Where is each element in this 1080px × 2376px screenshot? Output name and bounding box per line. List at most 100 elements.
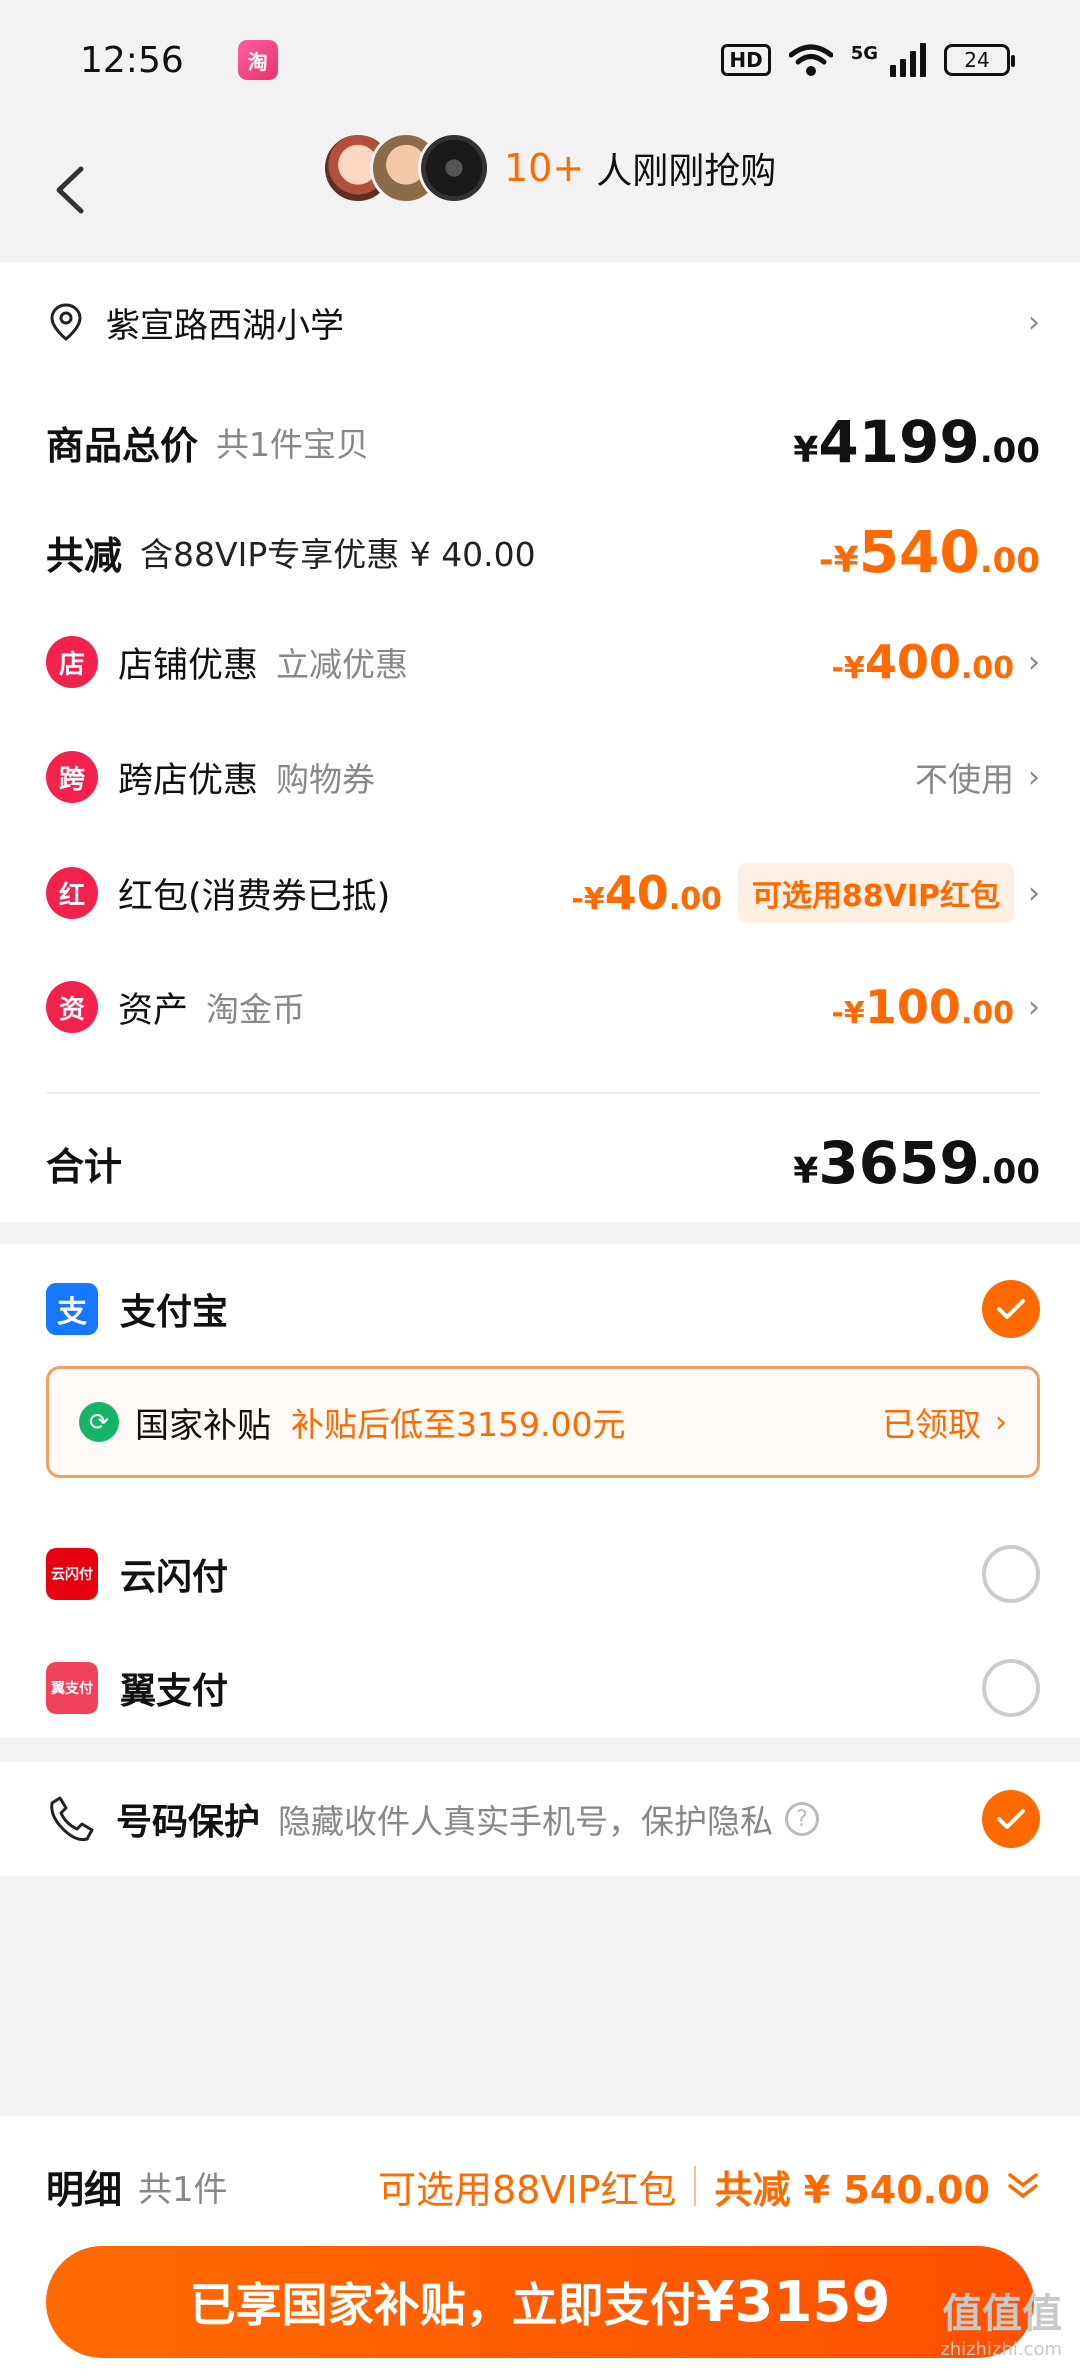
taobao-app-icon: 淘 [237, 40, 278, 80]
price-decimal: .00 [960, 651, 1014, 686]
yizhifu-icon: 翼支付 [46, 1662, 98, 1714]
chevron-right-icon: › [1028, 989, 1040, 1025]
detail-reduce: 共减 ¥ 540.00 [714, 2167, 990, 2212]
payment-method-card: 支 支付宝 ⟳ 国家补贴 补贴后低至3159.00元 已领取 › 云闪付 云闪付… [0, 1244, 1080, 1738]
chevron-right-icon: › [1028, 875, 1040, 911]
help-icon[interactable]: ? [785, 1802, 820, 1836]
price-integer: 3659 [818, 1129, 980, 1197]
total-reduce-price: -¥ 540 .00 [819, 518, 1040, 586]
cross-shop-icon: 跨 [46, 751, 98, 803]
phone-icon [50, 1796, 94, 1841]
chevron-right-icon: › [1028, 304, 1040, 340]
checkbox-checked-icon[interactable] [982, 1790, 1040, 1848]
back-button[interactable] [40, 150, 100, 230]
detail-row[interactable]: 明细 共1件 可选用88VIP红包 共减 ¥ 540.00 [46, 2146, 1040, 2226]
total-reduce-label: 共减 [46, 533, 123, 578]
watermark-text: 值值值 [942, 2291, 1062, 2337]
cross-shop-value: 不使用 [915, 760, 1014, 799]
number-protection-card: 号码保护 隐藏收件人真实手机号，保护隐私 ? [0, 1762, 1080, 1876]
radio-unchecked-icon[interactable] [982, 1659, 1040, 1717]
goods-count: 共1件宝贝 [216, 425, 370, 464]
asset-tag-icon: 资 [46, 981, 98, 1033]
asset-label: 资产 [118, 990, 189, 1031]
payment-option-yunshanfu[interactable]: 云闪付 云闪付 [46, 1534, 1040, 1614]
battery-icon: 24 [944, 44, 1015, 76]
separator [694, 2166, 697, 2206]
location-pin-icon [50, 303, 82, 341]
subsidy-refresh-icon: ⟳ [79, 1402, 119, 1442]
price-integer: 400 [864, 635, 961, 689]
detail-label: 明细 [46, 2167, 123, 2212]
red-packet-row[interactable]: 红 红包(消费券已抵) -¥ 40 .00 可选用88VIP红包 › [46, 858, 1040, 928]
red-packet-amount: -¥ 40 .00 [571, 866, 722, 920]
pay-now-button[interactable]: 已享国家补贴，立即支付 ¥3159 [46, 2246, 1034, 2358]
radio-unchecked-icon[interactable] [982, 1545, 1040, 1603]
cross-shop-label: 跨店优惠 [118, 760, 259, 801]
address-row[interactable]: 紫宣路西湖小学 › [46, 292, 1040, 352]
chevron-right-icon: › [1028, 759, 1040, 795]
cross-shop-sub: 购物券 [276, 760, 376, 799]
goods-total-row: 商品总价 共1件宝贝 ¥ 4199 .00 [46, 402, 1040, 482]
price-decimal: .00 [979, 431, 1040, 471]
price-decimal: .00 [960, 996, 1014, 1031]
alipay-label: 支付宝 [120, 1292, 229, 1333]
currency-symbol: -¥ [571, 882, 605, 917]
shop-discount-label: 店铺优惠 [118, 645, 259, 686]
vip-red-packet-tag[interactable]: 可选用88VIP红包 [737, 863, 1014, 923]
chevron-left-icon [56, 166, 84, 214]
shop-discount-amount: -¥ 400 .00 [831, 635, 1014, 689]
national-subsidy-banner[interactable]: ⟳ 国家补贴 补贴后低至3159.00元 已领取 › [46, 1366, 1040, 1478]
currency-symbol: -¥ [831, 651, 865, 686]
buyer-count: 10+ [504, 146, 585, 190]
avatar-group [322, 132, 490, 204]
status-time: 12:56 [80, 39, 184, 81]
goods-total-label: 商品总价 [46, 423, 199, 468]
shop-icon: 店 [46, 636, 98, 688]
sum-price: ¥ 3659 .00 [793, 1129, 1040, 1197]
payment-option-alipay[interactable]: 支 支付宝 [46, 1274, 1040, 1344]
buyer-text: 人刚刚抢购 [596, 151, 777, 192]
number-protection-label: 号码保护 [116, 1802, 261, 1843]
subsidy-description: 补贴后低至3159.00元 [291, 1405, 626, 1444]
wifi-icon [788, 44, 833, 76]
avatar [418, 132, 490, 204]
sum-row: 合计 ¥ 3659 .00 [46, 1118, 1040, 1208]
subsidy-title: 国家补贴 [135, 1405, 271, 1446]
asset-amount: -¥ 100 .00 [831, 980, 1014, 1034]
total-reduce-row: 共减 含88VIP专享优惠 ¥ 40.00 -¥ 540 .00 [46, 512, 1040, 592]
yizhifu-label: 翼支付 [120, 1671, 229, 1712]
price-integer: 4199 [818, 408, 980, 476]
price-integer: 40 [604, 866, 669, 920]
price-decimal: .00 [979, 541, 1040, 581]
address-text: 紫宣路西湖小学 [106, 305, 344, 346]
hd-badge: HD [721, 44, 771, 76]
yunshanfu-label: 云闪付 [120, 1557, 229, 1598]
header: 10+ 人刚刚抢购 [0, 120, 1080, 260]
shop-discount-sub: 立减优惠 [276, 645, 409, 684]
alipay-icon: 支 [46, 1283, 98, 1335]
red-packet-label: 红包(消费券已抵) [118, 876, 391, 917]
radio-checked-icon[interactable] [982, 1280, 1040, 1338]
signal-icon [890, 43, 926, 77]
price-decimal: .00 [979, 1152, 1040, 1192]
asset-row[interactable]: 资 资产 淘金币 -¥ 100 .00 › [46, 972, 1040, 1042]
sum-label: 合计 [46, 1144, 123, 1189]
detail-count: 共1件 [138, 2169, 228, 2210]
price-integer: 100 [864, 980, 961, 1034]
yunshanfu-icon: 云闪付 [46, 1548, 98, 1600]
cross-shop-discount-row[interactable]: 跨 跨店优惠 购物券 不使用 › [46, 742, 1040, 812]
asset-sub: 淘金币 [206, 990, 306, 1029]
payment-option-yizhifu[interactable]: 翼支付 翼支付 [46, 1648, 1040, 1728]
buyer-activity: 10+ 人刚刚抢购 [322, 132, 776, 204]
chevron-right-icon: › [995, 1404, 1007, 1440]
chevron-right-icon: › [1028, 644, 1040, 680]
shop-discount-row[interactable]: 店 店铺优惠 立减优惠 -¥ 400 .00 › [46, 627, 1040, 697]
chevron-down-double-icon [1008, 2173, 1038, 2199]
red-packet-icon: 红 [46, 867, 98, 919]
goods-total-price: ¥ 4199 .00 [793, 408, 1040, 476]
order-summary-card: 紫宣路西湖小学 › 商品总价 共1件宝贝 ¥ 4199 .00 共减 含88VI… [0, 262, 1080, 1222]
bottom-bar: 明细 共1件 可选用88VIP红包 共减 ¥ 540.00 已享国家补贴，立即支… [0, 2116, 1080, 2376]
number-protection-row[interactable]: 号码保护 隐藏收件人真实手机号，保护隐私 ? [46, 1784, 1040, 1854]
number-protection-desc: 隐藏收件人真实手机号，保护隐私 [278, 1802, 774, 1841]
currency-symbol: -¥ [831, 996, 865, 1031]
